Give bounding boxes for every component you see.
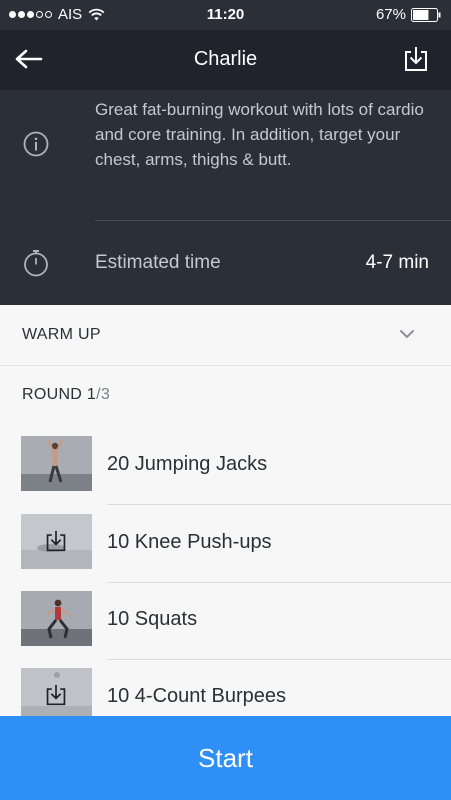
info-icon [23, 131, 49, 157]
chevron-down-icon [400, 330, 414, 339]
status-right: 67% [376, 6, 441, 23]
estimated-time-row: Estimated time 4-7 min [0, 221, 451, 305]
exercise-item[interactable]: 20 Jumping Jacks [0, 427, 451, 505]
page-title: Charlie [193, 48, 258, 70]
battery-icon [411, 7, 441, 22]
battery-percent: 67% [375, 6, 406, 23]
start-button[interactable]: Start [0, 716, 451, 800]
burpees-thumbnail [21, 668, 92, 723]
download-icon [46, 684, 66, 706]
status-bar: AIS 11:20 67% [0, 0, 451, 30]
jumping-jacks-photo [21, 436, 92, 491]
workout-header-panel: AIS 11:20 67% Charlie Great fat-burning … [0, 0, 451, 305]
estimated-time-label: Estimated time [95, 252, 221, 273]
squats-thumbnail [21, 591, 92, 646]
navigation-bar: Charlie [0, 30, 451, 90]
round-current: ROUND 1 [22, 386, 97, 403]
estimated-time-value: 4-7 min [365, 252, 429, 273]
knee-pushups-thumbnail [21, 514, 92, 569]
download-icon [405, 47, 427, 71]
jumping-jacks-thumbnail [21, 436, 92, 491]
stopwatch-icon [24, 250, 48, 277]
warmup-section-header[interactable]: WARM UP [0, 305, 451, 366]
exercise-item[interactable]: 10 Squats [0, 582, 451, 660]
squats-photo [21, 591, 92, 646]
round-total: /3 [96, 386, 111, 403]
exercise-label: 10 4-Count Burpees [107, 685, 287, 707]
exercise-label: 10 Knee Push-ups [107, 531, 272, 553]
exercise-item[interactable]: 10 Knee Push-ups [0, 505, 451, 583]
workout-description: Great fat-burning workout with lots of c… [95, 100, 424, 169]
exercise-label: 10 Squats [107, 608, 198, 630]
download-workout-button[interactable] [401, 44, 431, 74]
download-icon [46, 530, 66, 552]
workout-description-row: Great fat-burning workout with lots of c… [0, 90, 451, 220]
round-label: ROUND 1/3 [22, 386, 110, 404]
exercise-label: 20 Jumping Jacks [107, 453, 268, 475]
warmup-label: WARM UP [22, 326, 101, 343]
